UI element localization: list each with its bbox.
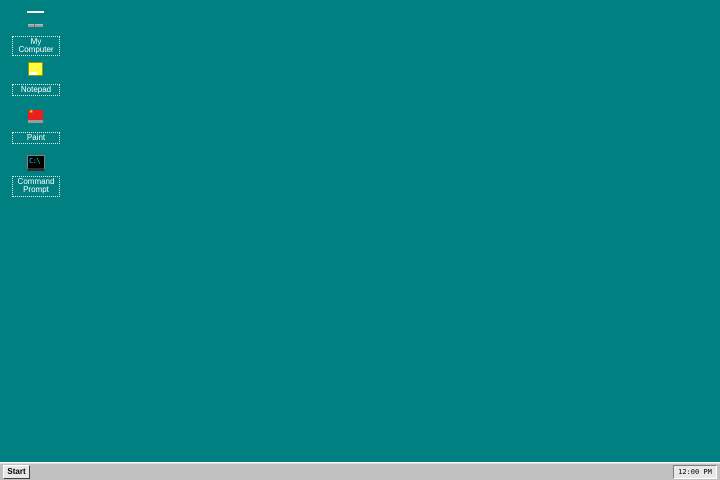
desktop-icon-label: My Computer: [12, 36, 60, 56]
desktop-icon-command-prompt[interactable]: C:\ Command Prompt: [11, 155, 61, 197]
desktop-icon-label: Paint: [12, 132, 60, 144]
desktop: My Computer Notepad ★ Paint C:\ Command …: [0, 0, 720, 462]
command-prompt-icon: C:\: [27, 155, 45, 173]
computer-icon: [25, 11, 47, 33]
desktop-icon-my-computer[interactable]: My Computer: [11, 11, 61, 56]
command-prompt-glyph-text: C:\: [29, 157, 41, 165]
desktop-icon-paint[interactable]: ★ Paint: [11, 107, 61, 144]
taskbar: Start 12:00 PM: [0, 462, 720, 480]
paint-icon: ★: [25, 107, 47, 129]
start-button[interactable]: Start: [3, 465, 30, 479]
desktop-icon-notepad[interactable]: Notepad: [11, 59, 61, 96]
notepad-icon: [25, 59, 47, 81]
desktop-icon-label: Notepad: [12, 84, 60, 96]
system-tray-clock[interactable]: 12:00 PM: [673, 465, 717, 479]
desktop-icon-label: Command Prompt: [12, 176, 60, 197]
